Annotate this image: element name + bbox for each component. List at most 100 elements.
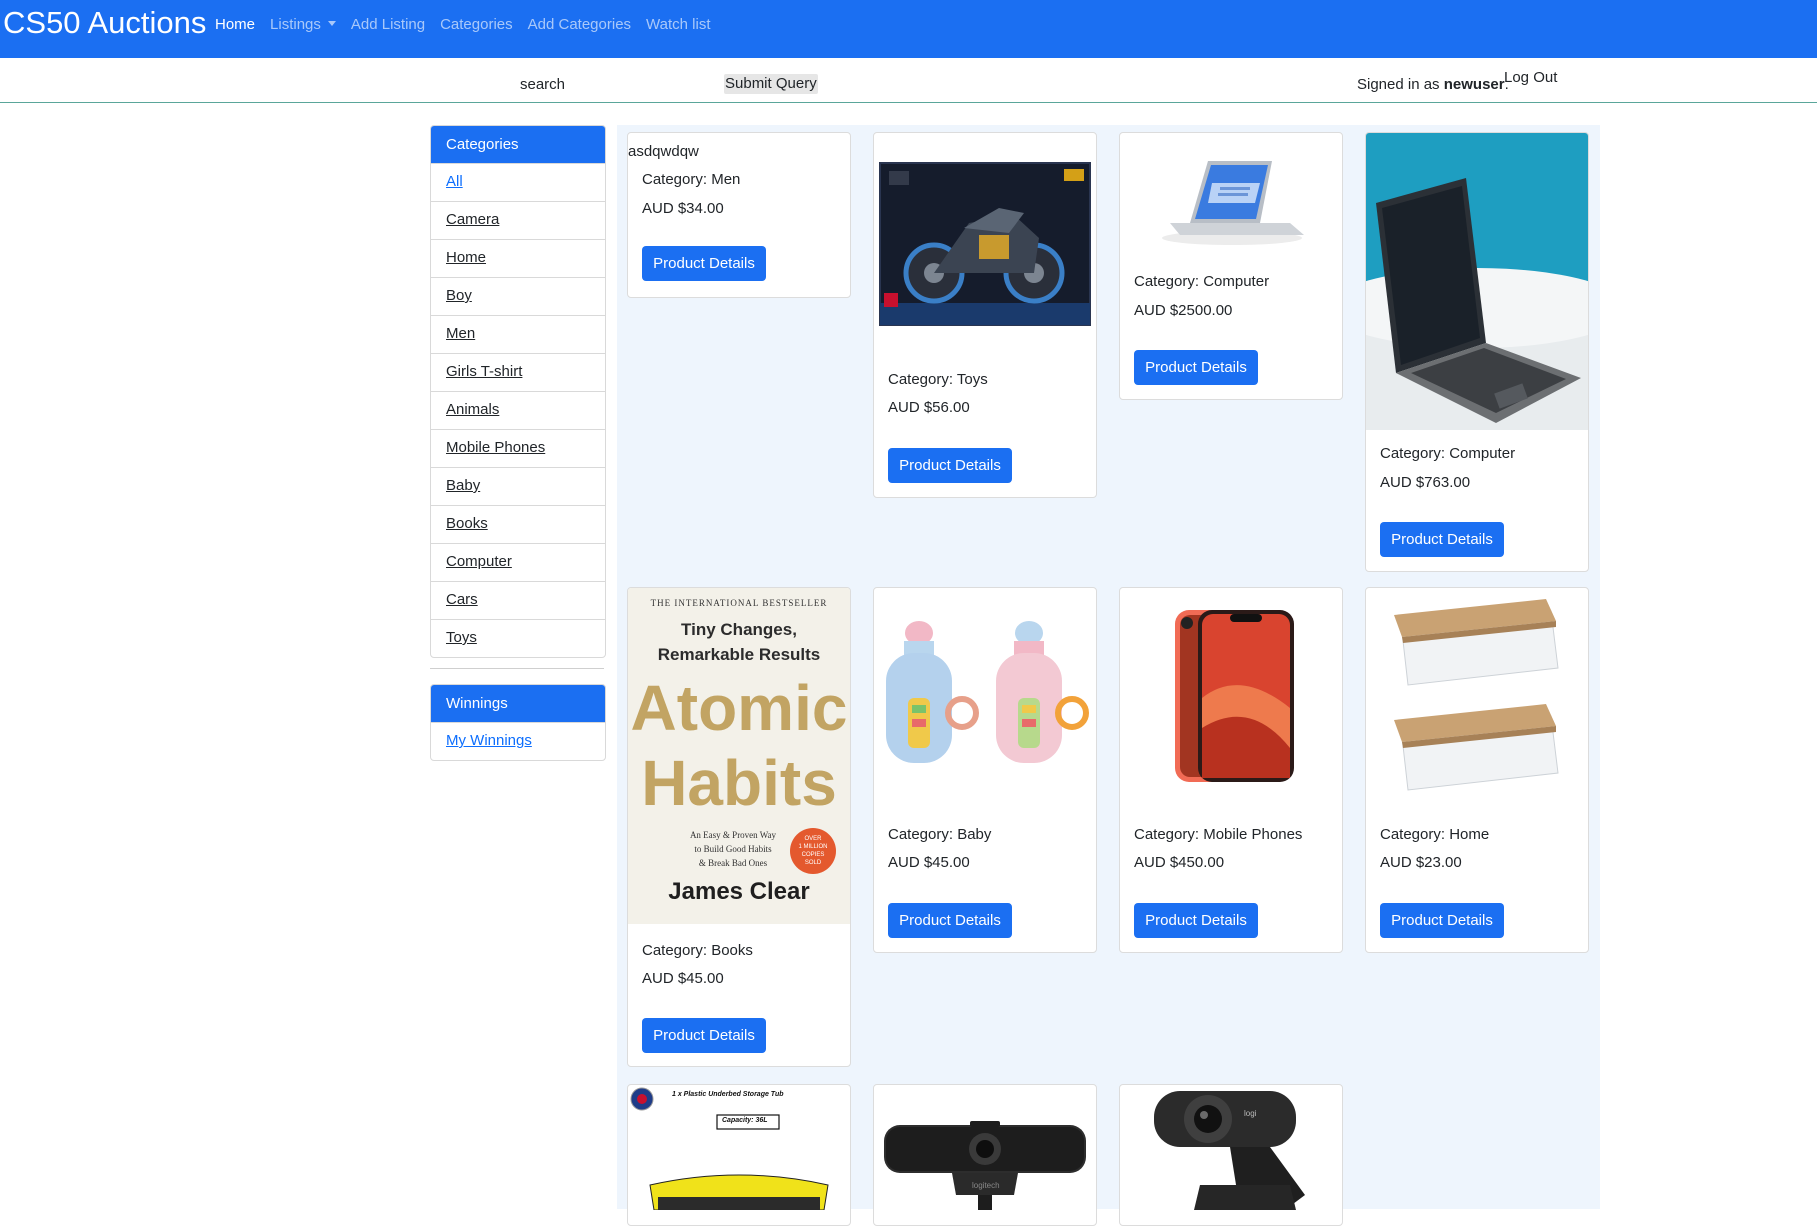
categories-header: Categories: [431, 126, 605, 163]
nav-listings-label: Listings: [270, 16, 321, 33]
search-input[interactable]: [520, 74, 720, 94]
product-card: Category: Mobile Phones AUD $450.00 Prod…: [1119, 587, 1343, 953]
book-tagline: An Easy & Proven Way to Build Good Habit…: [668, 828, 798, 870]
category-item-men[interactable]: Men: [431, 315, 605, 353]
product-category: Category: Men: [642, 171, 741, 188]
category-item-computer[interactable]: Computer: [431, 543, 605, 581]
product-image-laptop[interactable]: [1120, 143, 1342, 253]
nav-watch-list[interactable]: Watch list: [646, 15, 710, 35]
category-link[interactable]: Animals: [446, 401, 499, 418]
product-image-phone[interactable]: [1120, 608, 1342, 786]
winnings-list: Winnings My Winnings: [430, 684, 606, 761]
nav-listings-dropdown[interactable]: Listings: [270, 15, 336, 35]
product-price: AUD $45.00: [888, 854, 970, 871]
book-tagline-line: An Easy & Proven Way: [689, 830, 777, 840]
webcam-hd-brand: logi: [1244, 1109, 1257, 1118]
product-details-button[interactable]: Product Details: [642, 1018, 766, 1053]
storage-tub-capacity: Capacity: 36L: [722, 1117, 768, 1124]
caret-down-icon: [327, 21, 336, 26]
product-price: AUD $56.00: [888, 399, 970, 416]
nav-add-categories[interactable]: Add Categories: [528, 15, 631, 35]
product-title: asdqwdqw: [628, 143, 699, 160]
categories-list: Categories All Camera Home Boy Men Girls…: [430, 125, 606, 658]
book-author: James Clear: [668, 878, 810, 905]
category-link[interactable]: Mobile Phones: [446, 439, 545, 456]
my-winnings-link[interactable]: My Winnings: [446, 732, 532, 749]
category-item-cars[interactable]: Cars: [431, 581, 605, 619]
category-link[interactable]: Toys: [446, 629, 477, 646]
book-badge-line: 1 MILLION: [798, 844, 828, 850]
product-category: Category: Books: [642, 942, 753, 959]
product-price: AUD $2500.00: [1134, 302, 1233, 319]
signed-in-prefix: Signed in as: [1357, 76, 1444, 93]
book-badge: OVER 1 MILLION COPIES SOLD: [790, 828, 836, 874]
nav-add-listing[interactable]: Add Listing: [351, 15, 425, 35]
product-image-tablet[interactable]: [1366, 133, 1588, 430]
product-details-button[interactable]: Product Details: [1380, 522, 1504, 557]
nav-categories[interactable]: Categories: [440, 15, 513, 35]
product-image-storage-tub[interactable]: [628, 1085, 850, 1210]
category-link[interactable]: Cars: [446, 591, 478, 608]
category-link[interactable]: Baby: [446, 477, 480, 494]
product-image-webcam[interactable]: [874, 1085, 1096, 1210]
category-item-all[interactable]: All: [431, 163, 605, 201]
category-link[interactable]: Camera: [446, 211, 499, 228]
category-item-boy[interactable]: Boy: [431, 277, 605, 315]
signed-in-status: Signed in as newuser.: [1357, 75, 1509, 95]
product-image-lego-motorcycle[interactable]: [874, 153, 1096, 353]
category-item-baby[interactable]: Baby: [431, 467, 605, 505]
winnings-header: Winnings: [431, 685, 605, 722]
product-details-button[interactable]: Product Details: [888, 448, 1012, 483]
product-image-storage-boxes[interactable]: [1366, 593, 1588, 813]
nav-home[interactable]: Home: [215, 15, 255, 35]
storage-tub-caption: 1 x Plastic Underbed Storage Tub: [672, 1091, 784, 1098]
search-bar: Submit Query Signed in as newuser. Log O…: [0, 58, 1817, 103]
book-title-2: Habits: [641, 747, 837, 819]
product-details-button[interactable]: Product Details: [1134, 903, 1258, 938]
webcam-brand: logitech: [972, 1181, 1000, 1190]
category-item-mobile-phones[interactable]: Mobile Phones: [431, 429, 605, 467]
product-details-button[interactable]: Product Details: [888, 903, 1012, 938]
product-details-button[interactable]: Product Details: [1134, 350, 1258, 385]
brand-logo[interactable]: CS50 Auctions: [3, 4, 206, 42]
category-link[interactable]: Men: [446, 325, 475, 342]
category-item-camera[interactable]: Camera: [431, 201, 605, 239]
product-image-baby-toys[interactable]: [874, 613, 1096, 773]
product-details-button[interactable]: Product Details: [1380, 903, 1504, 938]
category-item-girls-tshirt[interactable]: Girls T-shirt: [431, 353, 605, 391]
winnings-item[interactable]: My Winnings: [431, 722, 605, 760]
book-subtitle-1: Tiny Changes,: [681, 620, 797, 639]
category-link[interactable]: Home: [446, 249, 486, 266]
book-badge-line: COPIES: [801, 852, 825, 858]
top-navbar: CS50 Auctions Home Listings Add Listing …: [0, 0, 1817, 58]
product-category: Category: Mobile Phones: [1134, 826, 1303, 843]
category-item-home[interactable]: Home: [431, 239, 605, 277]
submit-query-button[interactable]: Submit Query: [724, 74, 818, 94]
book-topline: THE INTERNATIONAL BESTSELLER: [650, 598, 828, 608]
product-image-book-cover[interactable]: THE INTERNATIONAL BESTSELLER Tiny Change…: [628, 588, 850, 924]
product-details-button[interactable]: Product Details: [642, 246, 766, 281]
product-image-webcam-hd[interactable]: [1120, 1085, 1342, 1210]
product-card: Category: Toys AUD $56.00 Product Detail…: [873, 132, 1097, 498]
category-link[interactable]: Boy: [446, 287, 472, 304]
logout-link[interactable]: Log Out: [1504, 68, 1557, 88]
product-card: Category: Computer AUD $763.00 Product D…: [1365, 132, 1589, 572]
product-card: 1 x Plastic Underbed Storage Tub Capacit…: [627, 1084, 851, 1226]
product-category: Category: Home: [1380, 826, 1490, 843]
sidebar-divider: [430, 668, 604, 669]
category-item-toys[interactable]: Toys: [431, 619, 605, 657]
product-price: AUD $450.00: [1134, 854, 1225, 871]
category-item-animals[interactable]: Animals: [431, 391, 605, 429]
category-item-books[interactable]: Books: [431, 505, 605, 543]
category-link[interactable]: Girls T-shirt: [446, 363, 522, 380]
category-link[interactable]: All: [446, 173, 463, 190]
product-card: Category: Home AUD $23.00 Product Detail…: [1365, 587, 1589, 953]
category-link[interactable]: Books: [446, 515, 488, 532]
product-price: AUD $45.00: [642, 970, 724, 987]
product-card: asdqwdqw Category: Men AUD $34.00 Produc…: [627, 132, 851, 298]
product-price: AUD $34.00: [642, 200, 724, 217]
book-title-1: Atomic: [630, 672, 848, 744]
product-card: Category: Baby AUD $45.00 Product Detail…: [873, 587, 1097, 953]
category-link[interactable]: Computer: [446, 553, 512, 570]
product-card: logitech: [873, 1084, 1097, 1226]
